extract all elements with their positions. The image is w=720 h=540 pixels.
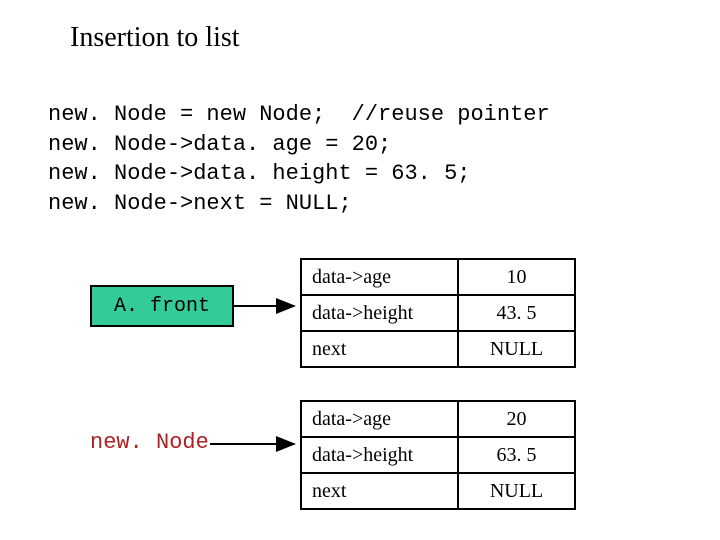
node1-height-val: 43. 5	[458, 295, 575, 331]
code-line-2: new. Node->data. age = 20;	[48, 132, 391, 157]
node1-age-key: data->age	[301, 259, 458, 295]
new-node-label: new. Node	[90, 430, 209, 455]
node2-height-val: 63. 5	[458, 437, 575, 473]
code-line-4: new. Node->next = NULL;	[48, 191, 352, 216]
node1-table: data->age 10 data->height 43. 5 next NUL…	[300, 258, 576, 368]
node2-next-key: next	[301, 473, 458, 509]
node2-next-val: NULL	[458, 473, 575, 509]
table-row: data->height 43. 5	[301, 295, 575, 331]
table-row: data->age 20	[301, 401, 575, 437]
code-line-1: new. Node = new Node; //reuse pointer	[48, 102, 550, 127]
node1-next-key: next	[301, 331, 458, 367]
table-row: next NULL	[301, 331, 575, 367]
table-row: next NULL	[301, 473, 575, 509]
node1-height-key: data->height	[301, 295, 458, 331]
table-row: data->height 63. 5	[301, 437, 575, 473]
front-pointer-label: A. front	[114, 295, 210, 318]
code-line-3: new. Node->data. height = 63. 5;	[48, 161, 470, 186]
arrow-newnode-to-node2	[210, 438, 302, 458]
node2-age-key: data->age	[301, 401, 458, 437]
node1-age-val: 10	[458, 259, 575, 295]
table-row: data->age 10	[301, 259, 575, 295]
node2-table: data->age 20 data->height 63. 5 next NUL…	[300, 400, 576, 510]
code-block: new. Node = new Node; //reuse pointer ne…	[48, 100, 550, 219]
arrow-front-to-node1	[232, 300, 302, 320]
node2-age-val: 20	[458, 401, 575, 437]
node2-height-key: data->height	[301, 437, 458, 473]
node1-next-val: NULL	[458, 331, 575, 367]
front-pointer-box: A. front	[90, 285, 234, 327]
page-title: Insertion to list	[70, 22, 240, 54]
